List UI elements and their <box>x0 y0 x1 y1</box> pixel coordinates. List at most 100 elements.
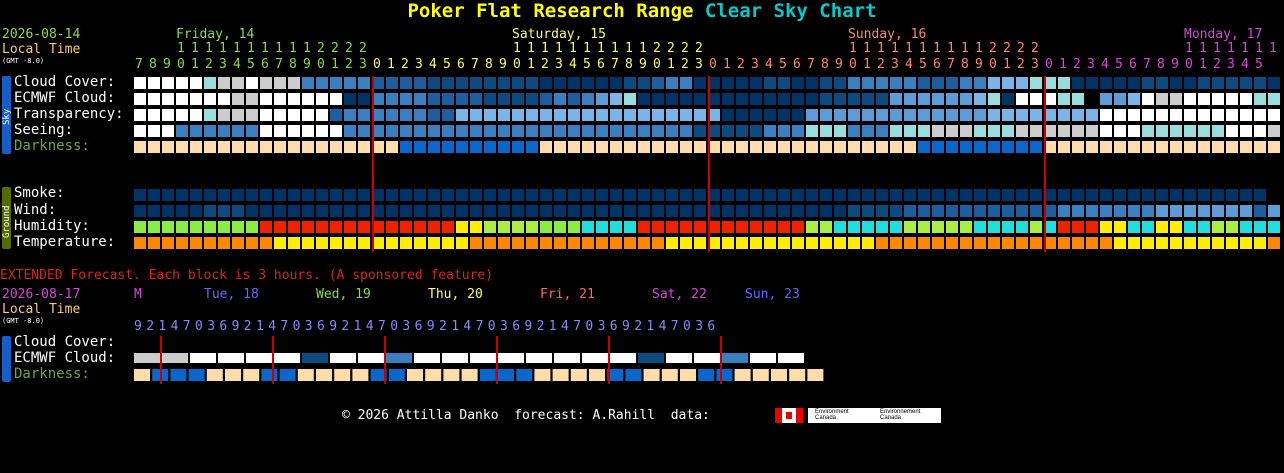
seeing-block[interactable] <box>1128 125 1140 137</box>
temperature-block[interactable] <box>134 237 146 249</box>
humidity-block[interactable] <box>624 221 636 233</box>
ecmwf-block[interactable] <box>680 93 692 105</box>
ecmwf-block[interactable] <box>694 93 706 105</box>
ecmwf-block[interactable] <box>1002 93 1014 105</box>
darkness-block[interactable] <box>610 141 622 153</box>
ecmwf-block[interactable] <box>764 93 776 105</box>
ecmwf-block[interactable] <box>932 93 944 105</box>
temperature-block[interactable] <box>680 237 692 249</box>
seeing-block[interactable] <box>1254 125 1266 137</box>
smoke-block[interactable] <box>176 189 188 201</box>
temperature-block[interactable] <box>1058 237 1070 249</box>
ecmwf-block[interactable] <box>260 93 272 105</box>
wind-block[interactable] <box>1184 205 1196 217</box>
wind-block[interactable] <box>218 205 230 217</box>
wind-block[interactable] <box>386 205 398 217</box>
ext-darkness-block[interactable] <box>789 369 806 381</box>
ecmwf-block[interactable] <box>750 93 762 105</box>
humidity-block[interactable] <box>260 221 272 233</box>
cloud-block[interactable] <box>1016 77 1028 89</box>
ecmwf-block[interactable] <box>204 93 216 105</box>
wind-block[interactable] <box>302 205 314 217</box>
wind-block[interactable] <box>834 205 846 217</box>
humidity-block[interactable] <box>1016 221 1028 233</box>
seeing-block[interactable] <box>1156 125 1168 137</box>
temperature-block[interactable] <box>792 237 804 249</box>
wind-block[interactable] <box>1156 205 1168 217</box>
wind-block[interactable] <box>1058 205 1070 217</box>
ecmwf-block[interactable] <box>246 93 258 105</box>
transparency-block[interactable] <box>582 109 594 121</box>
ecmwf-block[interactable] <box>1072 93 1084 105</box>
seeing-block[interactable] <box>540 125 552 137</box>
transparency-block[interactable] <box>232 109 244 121</box>
humidity-block[interactable] <box>386 221 398 233</box>
cloud-block[interactable] <box>638 77 650 89</box>
wind-block[interactable] <box>148 205 160 217</box>
ext-darkness-block[interactable] <box>643 369 660 381</box>
ext-ecmwf-block[interactable] <box>610 353 636 363</box>
smoke-block[interactable] <box>232 189 244 201</box>
smoke-block[interactable] <box>988 189 1000 201</box>
wind-block[interactable] <box>1226 205 1238 217</box>
humidity-block[interactable] <box>638 221 650 233</box>
darkness-block[interactable] <box>218 141 230 153</box>
transparency-block[interactable] <box>1002 109 1014 121</box>
transparency-block[interactable] <box>778 109 790 121</box>
temperature-block[interactable] <box>568 237 580 249</box>
cloud-block[interactable] <box>274 77 286 89</box>
smoke-block[interactable] <box>1212 189 1224 201</box>
seeing-block[interactable] <box>1212 125 1224 137</box>
humidity-block[interactable] <box>1254 221 1266 233</box>
seeing-block[interactable] <box>764 125 776 137</box>
ecmwf-block[interactable] <box>218 93 230 105</box>
ecmwf-block[interactable] <box>638 93 650 105</box>
transparency-block[interactable] <box>834 109 846 121</box>
wind-block[interactable] <box>624 205 636 217</box>
wind-block[interactable] <box>680 205 692 217</box>
temperature-block[interactable] <box>288 237 300 249</box>
humidity-block[interactable] <box>1240 221 1252 233</box>
transparency-block[interactable] <box>526 109 538 121</box>
seeing-block[interactable] <box>414 125 426 137</box>
cloud-block[interactable] <box>946 77 958 89</box>
transparency-block[interactable] <box>1058 109 1070 121</box>
darkness-block[interactable] <box>974 141 986 153</box>
ecmwf-block[interactable] <box>428 93 440 105</box>
ext-ecmwf-block[interactable] <box>358 353 384 363</box>
cloud-block[interactable] <box>1226 77 1238 89</box>
cloud-block[interactable] <box>666 77 678 89</box>
ext-darkness-block[interactable] <box>134 369 150 381</box>
darkness-block[interactable] <box>778 141 790 153</box>
smoke-block[interactable] <box>134 189 146 201</box>
darkness-block[interactable] <box>582 141 594 153</box>
humidity-block[interactable] <box>862 221 874 233</box>
transparency-block[interactable] <box>736 109 748 121</box>
darkness-block[interactable] <box>358 141 370 153</box>
transparency-block[interactable] <box>596 109 608 121</box>
transparency-block[interactable] <box>1030 109 1042 121</box>
ecmwf-block[interactable] <box>498 93 510 105</box>
transparency-block[interactable] <box>848 109 860 121</box>
temperature-block[interactable] <box>834 237 846 249</box>
temperature-block[interactable] <box>1114 237 1126 249</box>
seeing-block[interactable] <box>162 125 174 137</box>
ecmwf-block[interactable] <box>148 93 160 105</box>
ecmwf-block[interactable] <box>190 93 202 105</box>
transparency-block[interactable] <box>176 109 188 121</box>
transparency-block[interactable] <box>1226 109 1238 121</box>
transparency-block[interactable] <box>358 109 370 121</box>
transparency-block[interactable] <box>484 109 496 121</box>
transparency-block[interactable] <box>1100 109 1112 121</box>
row-label-humidity[interactable]: Humidity: <box>14 219 90 233</box>
smoke-block[interactable] <box>1072 189 1084 201</box>
wind-block[interactable] <box>722 205 734 217</box>
darkness-block[interactable] <box>568 141 580 153</box>
ext-darkness-block[interactable] <box>716 369 733 381</box>
temperature-block[interactable] <box>1184 237 1196 249</box>
ecmwf-block[interactable] <box>1058 93 1070 105</box>
ecmwf-block[interactable] <box>624 93 636 105</box>
darkness-block[interactable] <box>596 141 608 153</box>
humidity-block[interactable] <box>1198 221 1210 233</box>
smoke-block[interactable] <box>554 189 566 201</box>
